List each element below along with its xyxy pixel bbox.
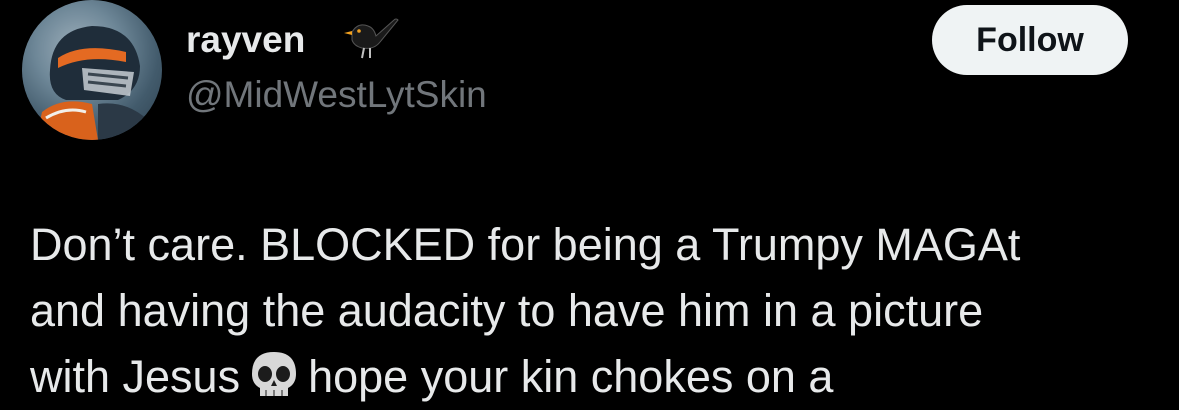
tweet-text: Don’t care. BLOCKED for being a Trumpy M… bbox=[30, 212, 1170, 410]
football-player-avatar-icon bbox=[22, 0, 162, 140]
tweet-line-3-start: with Jesus bbox=[30, 351, 241, 402]
tweet-line-3-end: hope your kin chokes on a bbox=[308, 351, 834, 402]
author-display-name[interactable]: rayven bbox=[186, 14, 305, 66]
follow-button[interactable]: Follow bbox=[932, 5, 1128, 75]
author-handle[interactable]: @MidWestLytSkin bbox=[186, 70, 487, 120]
tweet-line-2: and having the audacity to have him in a… bbox=[30, 285, 984, 336]
tweet-line-1: Don’t care. BLOCKED for being a Trumpy M… bbox=[30, 219, 1021, 270]
skull-icon bbox=[252, 352, 297, 396]
tweet-line-3: with Jesus hope your kin chokes on a bbox=[30, 344, 1170, 410]
avatar[interactable] bbox=[22, 0, 162, 140]
blackbird-icon bbox=[344, 18, 399, 59]
